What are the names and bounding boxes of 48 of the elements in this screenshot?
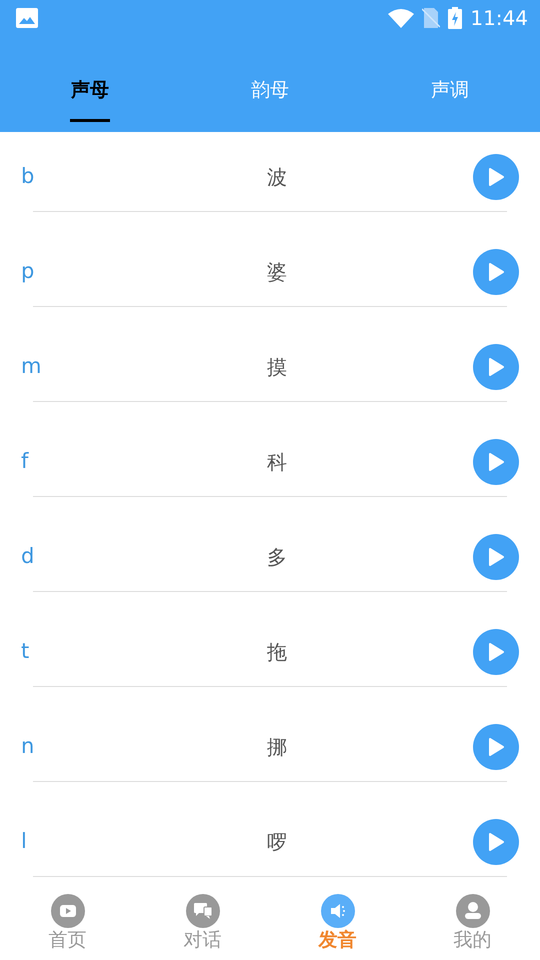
play-icon xyxy=(487,547,505,567)
tab[interactable]: 韵母 xyxy=(180,36,360,132)
image-icon xyxy=(16,8,38,28)
example-character: 挪 xyxy=(266,734,288,761)
pinyin-initial: p xyxy=(21,258,36,286)
example-character: 多 xyxy=(266,544,288,571)
nav-tab[interactable]: 首页 xyxy=(0,880,135,960)
play-icon xyxy=(487,452,505,472)
nav-tab[interactable]: 发音 xyxy=(270,880,405,960)
play-button[interactable] xyxy=(473,534,519,580)
example-character: 拖 xyxy=(266,639,288,666)
play-button[interactable] xyxy=(473,439,519,485)
play-icon xyxy=(487,262,505,282)
tab[interactable]: 声调 xyxy=(360,36,540,132)
example-character: 科 xyxy=(266,449,288,476)
play-icon xyxy=(487,357,505,377)
example-character: 摸 xyxy=(266,354,288,381)
example-character: 啰 xyxy=(266,829,288,856)
pinyin-initial: m xyxy=(21,353,42,380)
chat-bubbles-icon xyxy=(186,894,220,928)
play-button[interactable] xyxy=(473,154,519,200)
play-button[interactable] xyxy=(473,344,519,390)
play-button[interactable] xyxy=(473,629,519,675)
pinyin-initial: b xyxy=(21,163,36,190)
person-icon xyxy=(456,894,490,928)
pinyin-initial: d xyxy=(21,543,36,570)
play-button[interactable] xyxy=(473,724,519,770)
play-button[interactable] xyxy=(473,249,519,295)
status-time: 11:44 xyxy=(470,5,528,32)
tab[interactable]: 声母 xyxy=(0,36,180,132)
wifi-icon xyxy=(388,8,414,28)
play-icon xyxy=(487,642,505,662)
nav-tab[interactable]: 我的 xyxy=(405,880,540,960)
play-icon xyxy=(487,737,505,757)
speaker-icon xyxy=(320,894,354,928)
play-icon xyxy=(487,167,505,187)
example-character: 婆 xyxy=(266,259,288,286)
battery-icon xyxy=(448,7,462,29)
video-play-icon xyxy=(50,894,84,928)
no-sim-icon xyxy=(422,8,440,28)
pinyin-initial: f xyxy=(21,448,30,476)
pinyin-initial: l xyxy=(21,828,28,856)
pinyin-initial: n xyxy=(21,733,36,760)
play-icon xyxy=(487,832,505,852)
play-button[interactable] xyxy=(473,819,519,865)
pinyin-initial: t xyxy=(21,638,30,666)
nav-tab[interactable]: 对话 xyxy=(135,880,270,960)
example-character: 波 xyxy=(266,164,288,191)
